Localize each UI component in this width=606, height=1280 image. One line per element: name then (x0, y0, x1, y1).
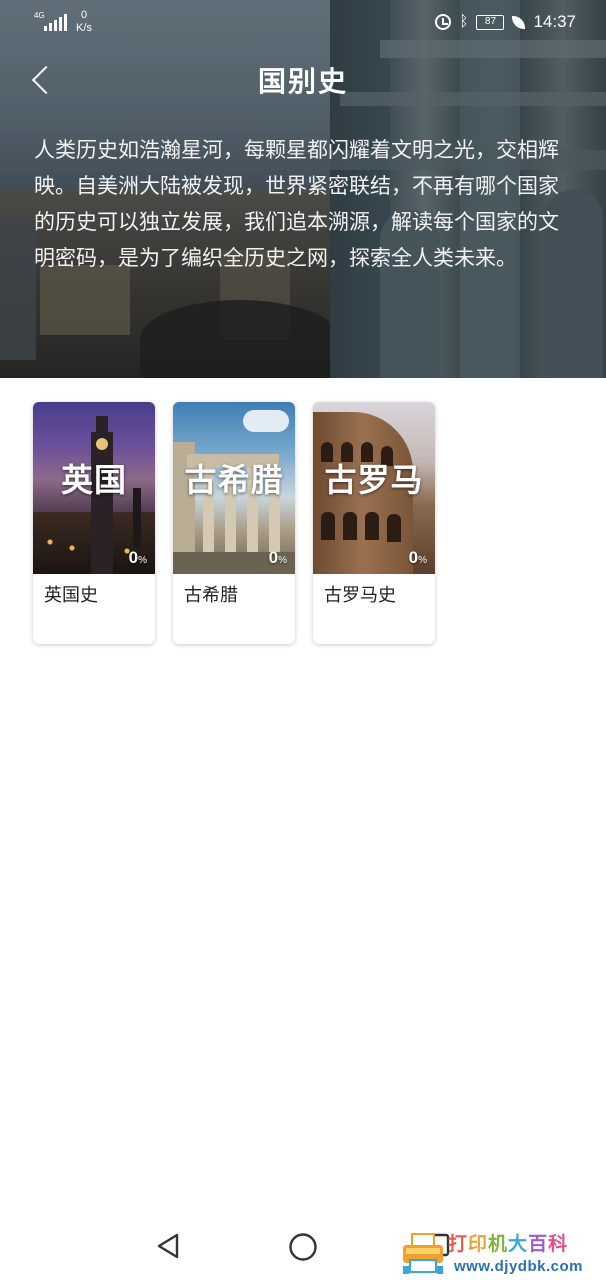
course-card-england[interactable]: 英国 0% 英国史 (33, 402, 155, 644)
circle-home-icon (289, 1233, 317, 1261)
printer-logo-icon (403, 1233, 443, 1274)
screen: 4G 0 K/s ᛒ 87 14:37 国别史 人类历史如浩瀚星河，每颗星都闪耀… (0, 0, 606, 1280)
course-name: 古希腊 (184, 585, 238, 606)
intro-text: 人类历史如浩瀚星河，每颗星都闪耀着文明之光，交相辉映。自美洲大陆被发现，世界紧密… (34, 138, 559, 270)
alarm-icon (435, 14, 452, 30)
watermark-url: www.djydbk.com (454, 1258, 583, 1275)
cover-title: 古罗马 (324, 461, 424, 499)
course-cover: 古罗马 0% (313, 402, 435, 574)
nav-back-button[interactable] (155, 1232, 181, 1260)
course-cover: 古希腊 0% (173, 402, 295, 574)
leaf-icon (512, 15, 526, 29)
bluetooth-icon: ᛒ (459, 13, 469, 30)
course-card-ancient-rome[interactable]: 古罗马 0% 古罗马史 (313, 402, 435, 644)
hero-banner: 4G 0 K/s ᛒ 87 14:37 国别史 人类历史如浩瀚星河，每颗星都闪耀… (0, 0, 606, 378)
course-card-ancient-greece[interactable]: 古希腊 0% 古希腊 (173, 402, 295, 644)
progress-label: 0% (408, 548, 427, 567)
progress-label: 0% (128, 548, 147, 567)
cover-title: 古希腊 (184, 461, 284, 499)
network-speed: 0 K/s (76, 9, 92, 34)
battery-icon: 87 (476, 14, 505, 30)
course-name: 英国史 (44, 585, 98, 606)
nav-home-button[interactable] (288, 1232, 318, 1262)
clock-tower-icon (96, 438, 108, 450)
page-title: 国别史 (257, 65, 348, 98)
course-name: 古罗马史 (324, 585, 396, 606)
course-list: 英国 0% 英国史 古希腊 0% 古希腊 古罗马 0% 古罗马史 (33, 402, 435, 644)
watermark-text: 打印机大百科 (448, 1233, 569, 1255)
progress-label: 0% (268, 548, 287, 567)
status-bar: 4G 0 K/s ᛒ 87 14:37 (0, 0, 606, 46)
clock-time: 14:37 (533, 12, 576, 31)
signal-icon (44, 13, 67, 31)
course-cover: 英国 0% (33, 402, 155, 574)
triangle-back-icon (157, 1233, 179, 1259)
watermark: 打印机大百科 www.djydbk.com (398, 1228, 606, 1280)
cover-title: 英国 (60, 461, 127, 499)
